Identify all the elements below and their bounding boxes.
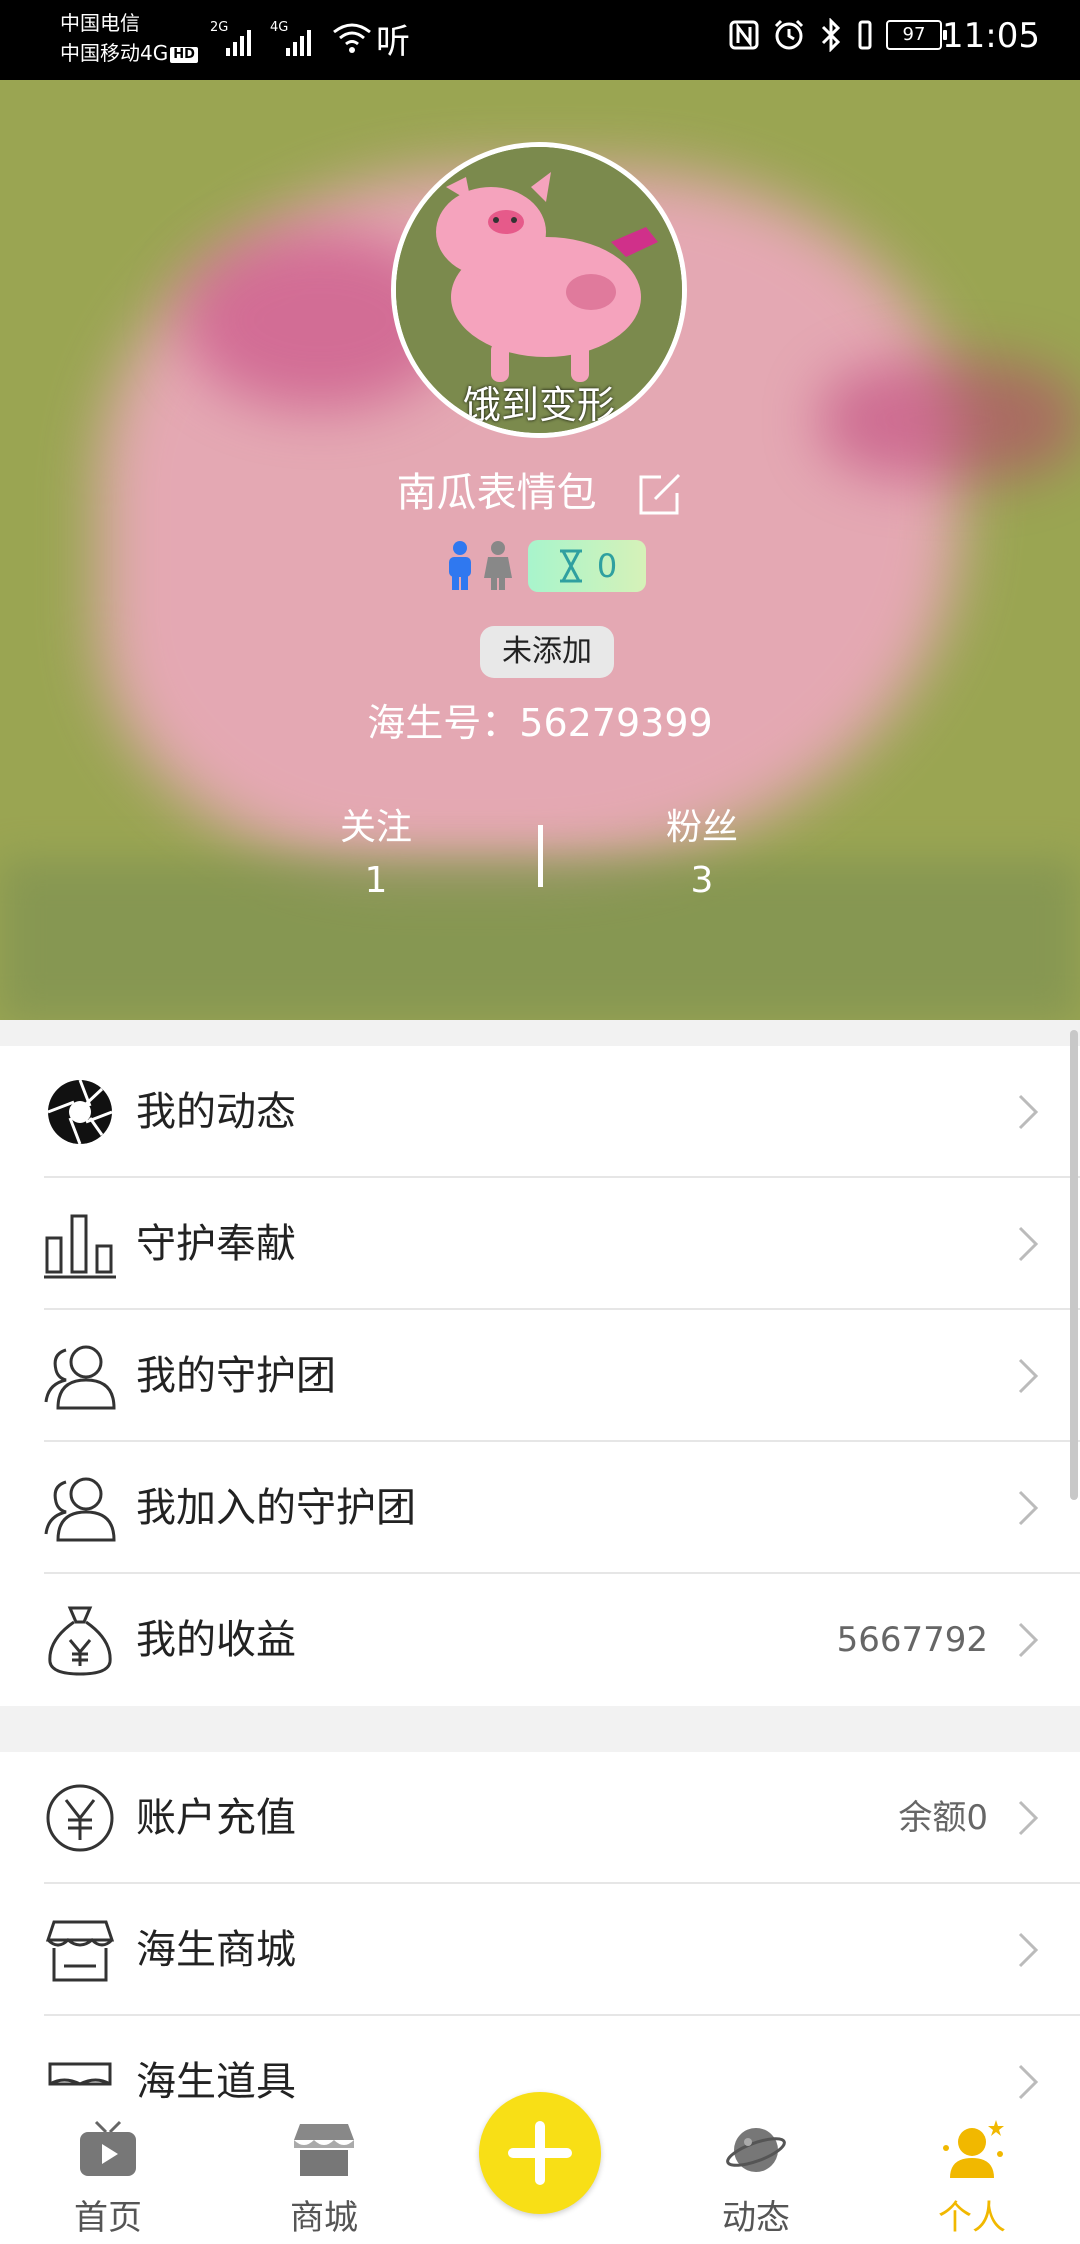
follow-label: 关注 (339, 807, 412, 848)
scrollbar[interactable] (1070, 1030, 1078, 1500)
fans-count: 3 (690, 860, 714, 901)
nfc-icon (729, 20, 759, 50)
avatar-caption: 饿到变形 (462, 383, 615, 427)
gender-icons (444, 540, 514, 592)
stat-divider (538, 825, 543, 887)
earnings-value: 5667792 (836, 1620, 988, 1660)
bar-chart-icon (44, 1214, 116, 1279)
nav-dynamic[interactable]: 动态 (676, 2118, 836, 2239)
fans-label: 粉丝 (665, 807, 738, 848)
menu-label: 账户充值 (136, 1795, 296, 1841)
edit-icon[interactable] (635, 471, 683, 519)
username: 南瓜表情包 (396, 470, 597, 516)
menu-item-haisheng-mall[interactable]: 海生商城 (0, 1884, 1080, 2016)
carrier-2: 中国移动4G (60, 41, 169, 65)
user-id: 海生号：56279399 (367, 701, 713, 745)
money-bag-icon (48, 1606, 112, 1676)
carrier-1: 中国电信 (60, 11, 140, 35)
menu-item-my-earnings[interactable]: 我的收益 5667792 (0, 1574, 1080, 1706)
section-gap (0, 1706, 1080, 1752)
chevron-right-icon (1018, 1226, 1039, 1262)
username-row: 南瓜表情包 (0, 460, 1080, 519)
hd-badge: HD (170, 46, 198, 63)
chevron-right-icon (1018, 1490, 1039, 1526)
menu-group-1: 我的动态 守护奉献 我的守护团 我加入的守护团 我的收益 5667792 (0, 1046, 1080, 1706)
balance-value: 余额0 (898, 1798, 988, 1838)
menu-item-recharge[interactable]: 账户充值 余额0 (0, 1752, 1080, 1884)
tv-play-icon (80, 2120, 136, 2176)
chevron-right-icon (1018, 1932, 1039, 1968)
nav-home[interactable]: 首页 (28, 2118, 188, 2239)
hourglass-icon (559, 549, 582, 583)
vibrate-icon (858, 20, 872, 50)
clock: 11:05 (942, 16, 1040, 56)
menu-label: 我的动态 (136, 1089, 296, 1135)
menu-label: 我的守护团 (136, 1353, 336, 1399)
level-badge: 0 (528, 540, 646, 592)
nav-home-label: 首页 (74, 2198, 142, 2238)
alarm-icon (774, 19, 804, 50)
level-value: 0 (596, 547, 618, 585)
chevron-right-icon (1018, 1358, 1039, 1394)
male-icon (449, 541, 471, 590)
menu-item-joined-guard-group[interactable]: 我加入的守护团 (0, 1442, 1080, 1574)
follow-stat[interactable]: 关注 1 (276, 798, 476, 901)
menu-label: 我加入的守护团 (136, 1485, 416, 1531)
status-bar: 中国电信 中国移动4G HD 2G 4G 听 97 11:05 (0, 0, 1080, 80)
bluetooth-icon (821, 18, 841, 52)
listen-icon: 听 (376, 22, 410, 62)
users-icon (44, 1345, 116, 1410)
carrier-info: 中国电信 中国移动4G HD (60, 8, 198, 68)
person-star-icon (943, 2120, 1004, 2178)
users-icon (44, 1477, 116, 1542)
nav-dynamic-label: 动态 (722, 2198, 790, 2238)
chevron-right-icon (1018, 2064, 1039, 2100)
add-button[interactable] (479, 2092, 601, 2214)
menu-item-my-dynamic[interactable]: 我的动态 (0, 1046, 1080, 1178)
profile-header: 饿到变形 南瓜表情包 0 未添加 海生号：56279399 关注 1 粉丝 3 (0, 80, 1080, 1020)
nav-me[interactable]: 个人 (892, 2118, 1052, 2239)
yen-circle-icon (46, 1784, 114, 1852)
avatar[interactable]: 饿到变形 (391, 142, 687, 438)
tag-badge[interactable]: 未添加 (480, 626, 614, 678)
nav-mall[interactable]: 商城 (244, 2118, 404, 2239)
section-gap (0, 1020, 1080, 1046)
wifi-icon (333, 23, 371, 53)
female-icon (484, 541, 512, 590)
shop-icon (294, 2124, 354, 2176)
camera-aperture-icon (47, 1079, 113, 1145)
nav-me-label: 个人 (938, 2198, 1006, 2238)
follow-count: 1 (364, 860, 388, 901)
planet-icon (726, 2128, 786, 2172)
menu-label: 守护奉献 (136, 1221, 296, 1267)
menu-item-guard-contribution[interactable]: 守护奉献 (0, 1178, 1080, 1310)
chevron-right-icon (1018, 1622, 1039, 1658)
system-icons: 97 (728, 18, 947, 52)
fans-stat[interactable]: 粉丝 3 (602, 798, 802, 901)
bottom-nav: 首页 商城 动态 个人 (0, 2092, 1080, 2244)
menu-label: 我的收益 (136, 1617, 296, 1663)
menu-label: 海生商城 (136, 1927, 296, 1973)
menu-item-my-guard-group[interactable]: 我的守护团 (0, 1310, 1080, 1442)
chevron-right-icon (1018, 1800, 1039, 1836)
chevron-right-icon (1018, 1094, 1039, 1130)
battery-indicator: 97 (886, 20, 947, 50)
nav-mall-label: 商城 (290, 2198, 358, 2238)
store-icon (45, 1920, 115, 1982)
plus-icon (508, 2121, 572, 2185)
menu-group-2: 账户充值 余额0 海生商城 海生道具 (0, 1752, 1080, 2148)
